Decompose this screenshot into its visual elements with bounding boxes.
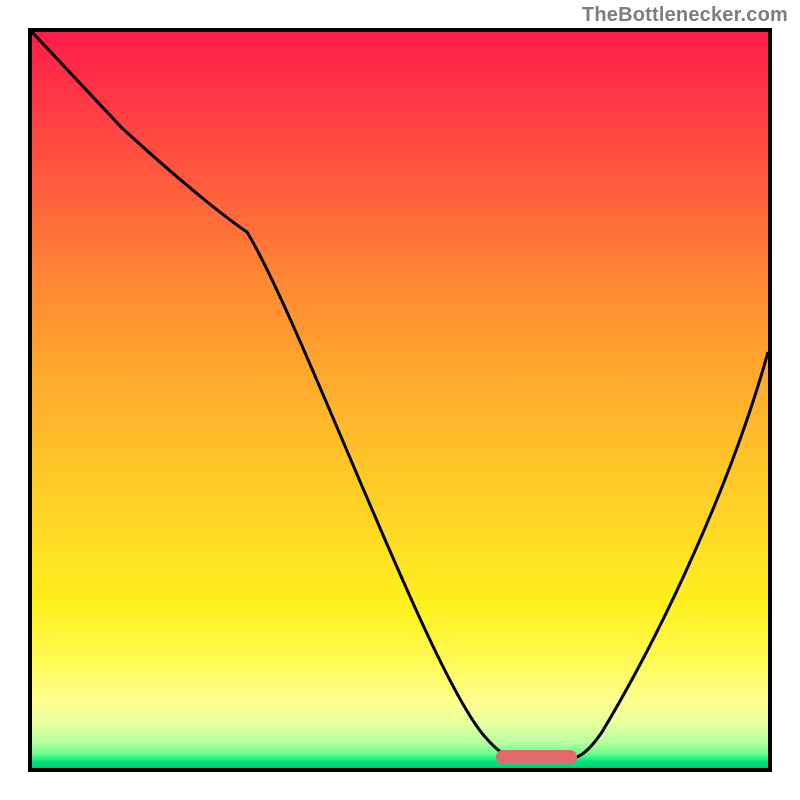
bottleneck-curve [32, 32, 768, 768]
curve-path [32, 32, 768, 760]
attribution-text: TheBottlenecker.com [582, 4, 788, 27]
optimum-marker [496, 750, 577, 764]
plot-area [28, 28, 772, 772]
chart-container: TheBottlenecker.com [0, 0, 800, 800]
